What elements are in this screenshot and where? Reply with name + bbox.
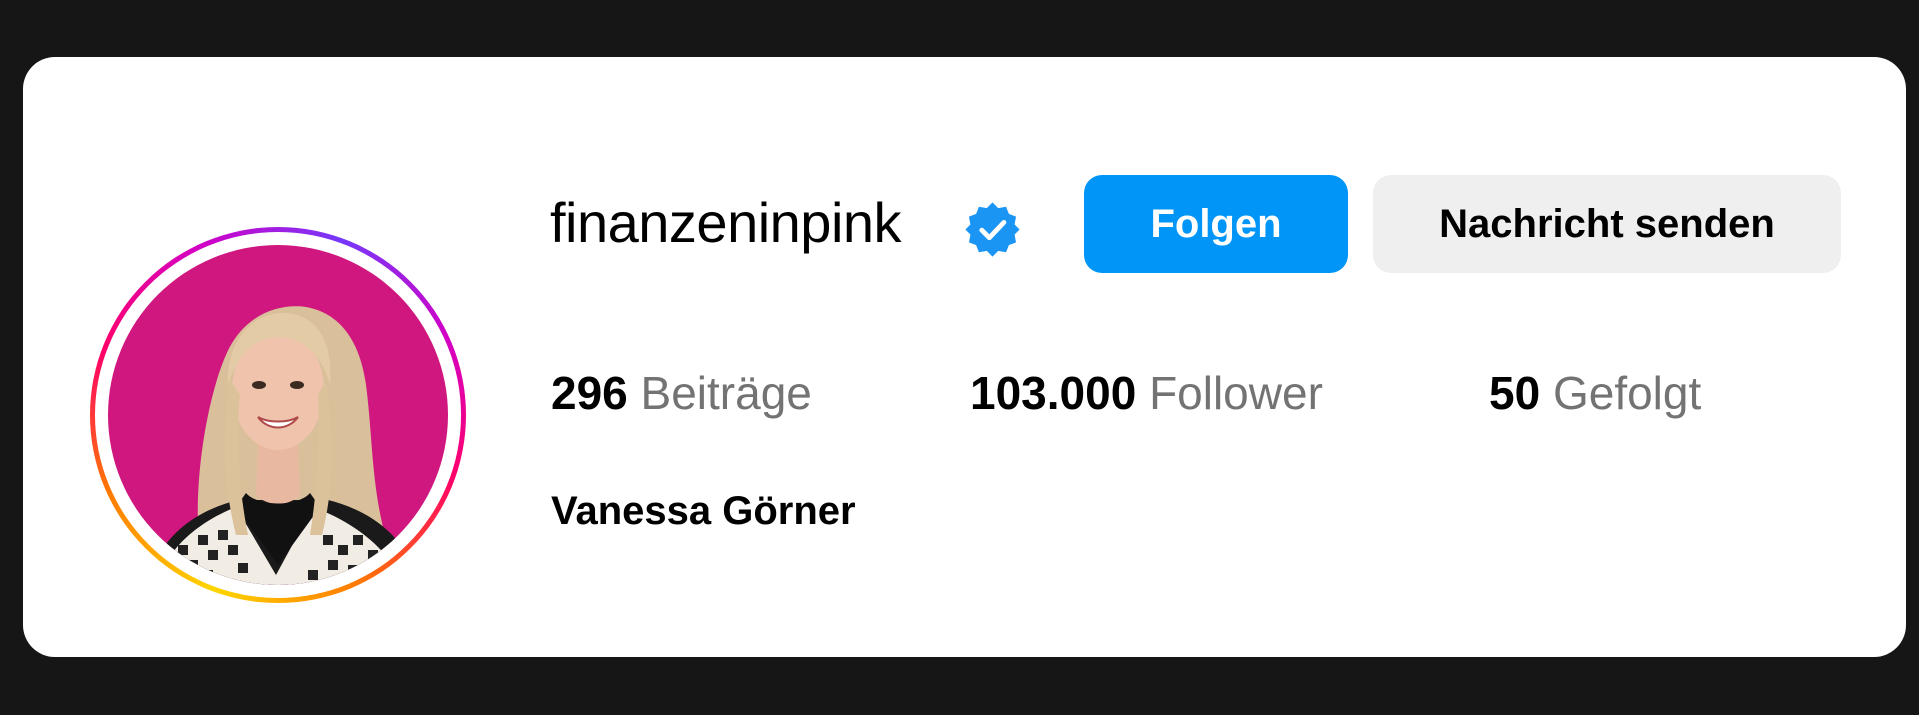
stat-posts[interactable]: 296 Beiträge <box>551 365 812 421</box>
followers-count: 103.000 <box>970 367 1137 419</box>
avatar[interactable] <box>108 245 448 585</box>
followers-label: Follower <box>1149 367 1323 419</box>
send-message-button[interactable]: Nachricht senden <box>1373 175 1841 273</box>
profile-photo-icon <box>108 245 448 585</box>
verified-badge-icon <box>964 201 1021 258</box>
follow-button[interactable]: Folgen <box>1084 175 1348 273</box>
full-name: Vanessa Görner <box>551 489 856 533</box>
profile-card: finanzeninpink Folgen Nachricht senden 2… <box>23 57 1906 657</box>
stat-following[interactable]: 50 Gefolgt <box>1489 365 1701 421</box>
following-label: Gefolgt <box>1552 367 1702 419</box>
posts-count: 296 <box>551 367 628 419</box>
following-count: 50 <box>1489 367 1541 419</box>
stat-followers[interactable]: 103.000 Follower <box>970 365 1323 421</box>
posts-label: Beiträge <box>640 367 812 419</box>
username: finanzeninpink <box>550 191 902 254</box>
